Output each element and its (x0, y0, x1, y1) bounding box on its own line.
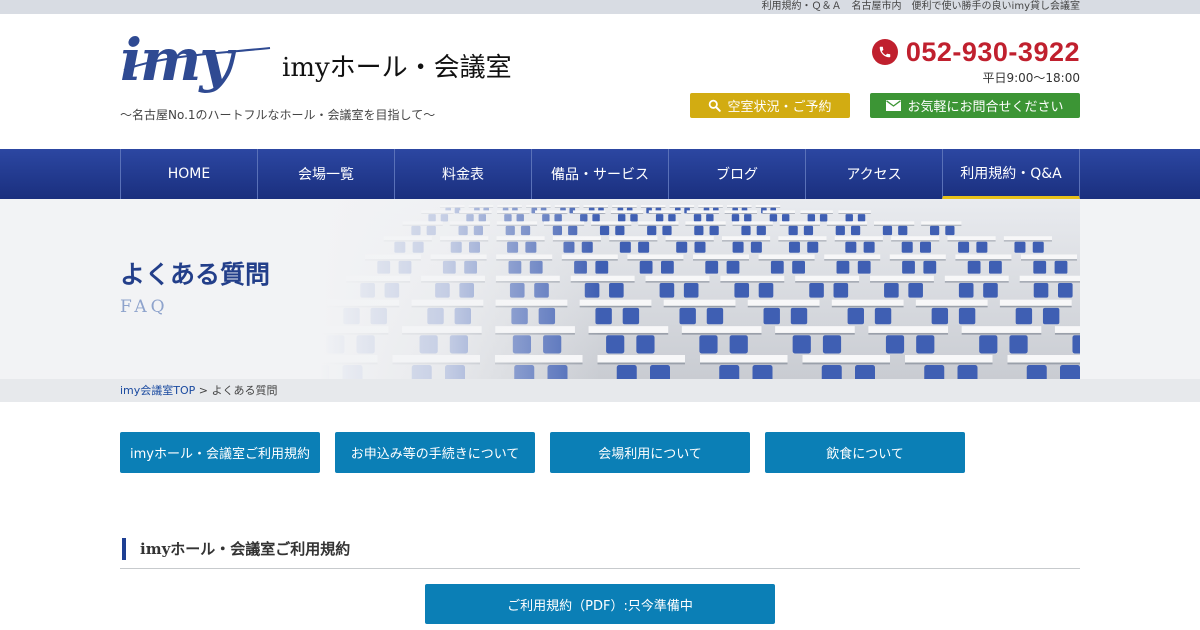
page-title: よくある質問 (120, 260, 271, 289)
section-heading-bar (122, 538, 126, 560)
phone-contact[interactable]: 052-930-3922 (871, 36, 1080, 68)
page-subtitle: FAQ (120, 297, 169, 317)
nav-item-access[interactable]: アクセス (805, 149, 942, 199)
tab-application-procedures[interactable]: お申込み等の手続きについて (335, 432, 535, 473)
hero-fade (320, 199, 600, 379)
top-bar-text: 利用規約・Ｑ＆Ａ 名古屋市内 便利で使い勝手の良いimy貸し会議室 (761, 1, 1080, 12)
mail-icon (886, 100, 902, 111)
section-heading-text: imyホール・会議室ご利用規約 (140, 540, 351, 558)
tagline: ～名古屋No.1のハートフルなホール・会議室を目指して～ (120, 108, 436, 122)
contact-button[interactable]: お気軽にお問合せください (870, 93, 1080, 118)
breadcrumb-separator: > (195, 384, 212, 397)
main-nav: HOME 会場一覧 料金表 備品・サービス ブログ アクセス 利用規約・Q&A (0, 149, 1200, 199)
top-bar: 利用規約・Ｑ＆Ａ 名古屋市内 便利で使い勝手の良いimy貸し会議室 (0, 0, 1200, 14)
logo-name: imyホール・会議室 (282, 53, 512, 83)
site-logo[interactable]: imy imyホール・会議室 (120, 26, 512, 106)
hero-banner: よくある質問 FAQ (0, 199, 1200, 379)
reservation-label: 空室状況・ご予約 (727, 100, 832, 115)
breadcrumb-current: よくある質問 (211, 384, 278, 397)
nav-item-equipment[interactable]: 備品・サービス (531, 149, 668, 199)
business-hours: 平日9:00～18:00 (982, 71, 1080, 85)
section-heading: imyホール・会議室ご利用規約 (120, 537, 1080, 569)
faq-category-tabs: imyホール・会議室ご利用規約 お申込み等の手続きについて 会場利用について 飲… (120, 432, 965, 473)
contact-label: お気軽にお問合せください (907, 100, 1064, 115)
phone-number: 052-930-3922 (905, 37, 1080, 67)
tab-terms-of-use[interactable]: imyホール・会議室ご利用規約 (120, 432, 320, 473)
nav-item-terms-qa[interactable]: 利用規約・Q&A (942, 149, 1080, 199)
logo-mark: imy (120, 26, 233, 94)
nav-item-blog[interactable]: ブログ (668, 149, 805, 199)
reservation-button[interactable]: 空室状況・ご予約 (690, 93, 850, 118)
nav-item-pricing[interactable]: 料金表 (394, 149, 531, 199)
tab-food-and-drink[interactable]: 飲食について (765, 432, 965, 473)
nav-item-home[interactable]: HOME (120, 149, 257, 199)
phone-icon (871, 39, 898, 65)
breadcrumb-home-link[interactable]: imy会議室TOP (120, 384, 195, 397)
nav-item-venues[interactable]: 会場一覧 (257, 149, 394, 199)
breadcrumb: imy会議室TOP > よくある質問 (0, 379, 1200, 402)
search-icon (709, 99, 722, 112)
terms-pdf-button[interactable]: ご利用規約（PDF）:只今準備中 (425, 584, 775, 624)
tab-venue-usage[interactable]: 会場利用について (550, 432, 750, 473)
